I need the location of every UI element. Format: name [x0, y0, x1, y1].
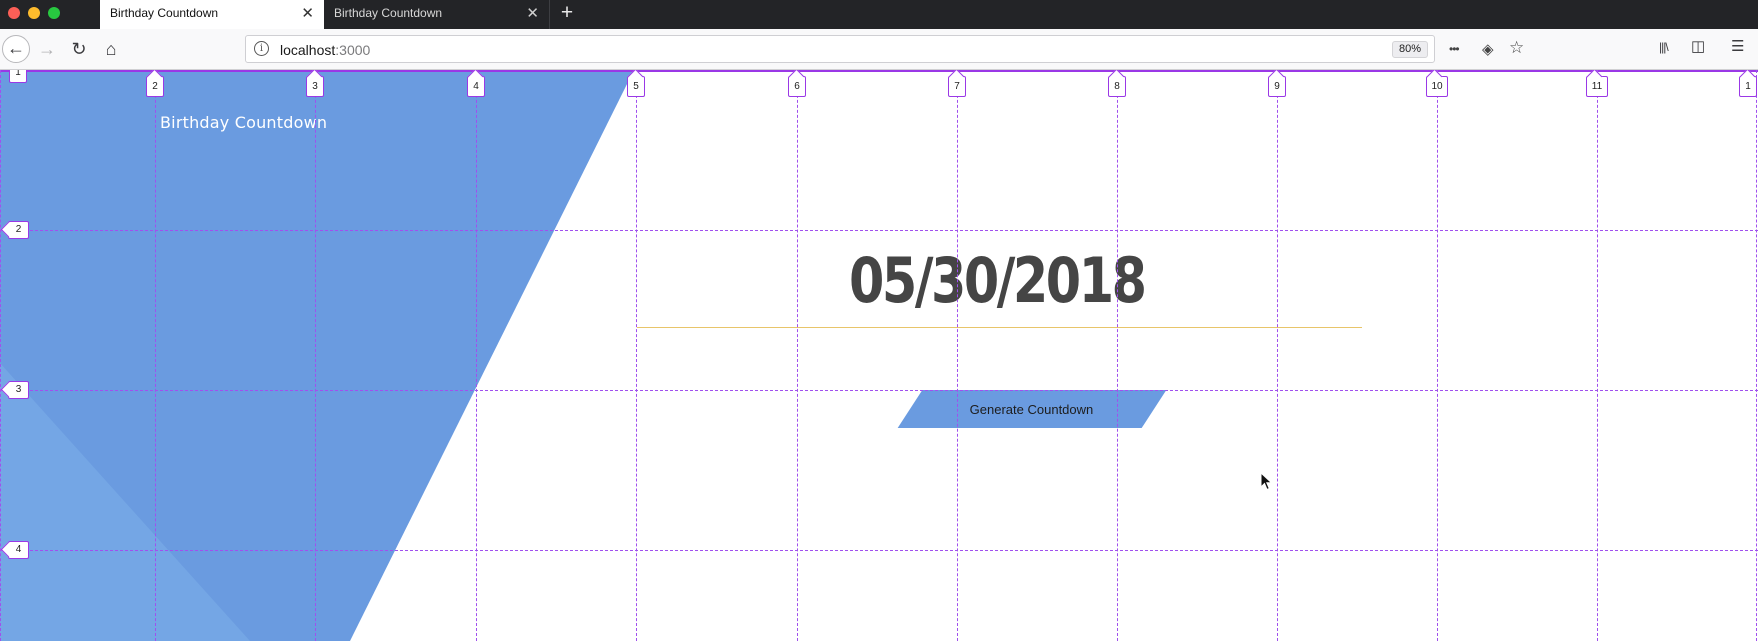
page-viewport: Birthday Countdown 05/30/2018 Generate C…	[0, 70, 1758, 641]
tab-title: Birthday Countdown	[334, 6, 443, 20]
forward-arrow-icon[interactable]: →	[34, 37, 60, 61]
url-host: localhost	[280, 42, 336, 58]
url-port: :3000	[335, 42, 371, 58]
page-actions: ••• ◈ ☆	[1449, 38, 1539, 60]
hero-background-shape	[0, 70, 634, 641]
new-tab-button[interactable]: +	[556, 0, 578, 28]
library-icon[interactable]: |||\	[1659, 40, 1669, 54]
menu-icon[interactable]: ☰	[1731, 37, 1744, 55]
tab-title: Birthday Countdown	[110, 6, 219, 20]
more-actions-icon[interactable]: •••	[1449, 42, 1460, 56]
birthday-date-display[interactable]: 05/30/2018	[849, 244, 1147, 317]
home-icon[interactable]: ⌂	[98, 37, 124, 61]
tab-birthday-countdown-active[interactable]: Birthday Countdown ✕	[100, 0, 324, 29]
zoom-level-badge[interactable]: 80%	[1392, 41, 1429, 58]
zoom-window-button[interactable]	[48, 7, 60, 19]
back-arrow-icon[interactable]: ←	[2, 35, 30, 63]
generate-countdown-button[interactable]: Generate Countdown	[897, 390, 1167, 428]
close-icon[interactable]: ✕	[526, 0, 539, 27]
reload-icon[interactable]: ↻	[66, 37, 92, 61]
date-input-underline	[637, 327, 1362, 328]
mouse-cursor-icon	[1260, 472, 1273, 491]
url-text[interactable]: localhost:3000	[280, 42, 370, 58]
site-info-icon[interactable]: i	[254, 41, 269, 56]
tab-strip: Birthday Countdown ✕ Birthday Countdown …	[0, 0, 1758, 29]
brand-title: Birthday Countdown	[160, 113, 328, 132]
close-icon[interactable]: ✕	[301, 0, 314, 27]
pocket-icon[interactable]: ◈	[1482, 40, 1494, 58]
generate-countdown-label: Generate Countdown	[970, 401, 1094, 417]
bookmark-star-icon[interactable]: ☆	[1509, 38, 1524, 58]
sidebar-icon[interactable]: ◫	[1691, 37, 1705, 55]
navigation-toolbar: ← → ↻ ⌂ i localhost:3000 80% ••• ◈ ☆ |||…	[0, 29, 1758, 70]
address-bar[interactable]: i localhost:3000 80% ••• ◈ ☆	[245, 35, 1524, 63]
tab-birthday-countdown[interactable]: Birthday Countdown ✕	[324, 0, 550, 29]
close-window-button[interactable]	[8, 7, 20, 19]
minimize-window-button[interactable]	[28, 7, 40, 19]
